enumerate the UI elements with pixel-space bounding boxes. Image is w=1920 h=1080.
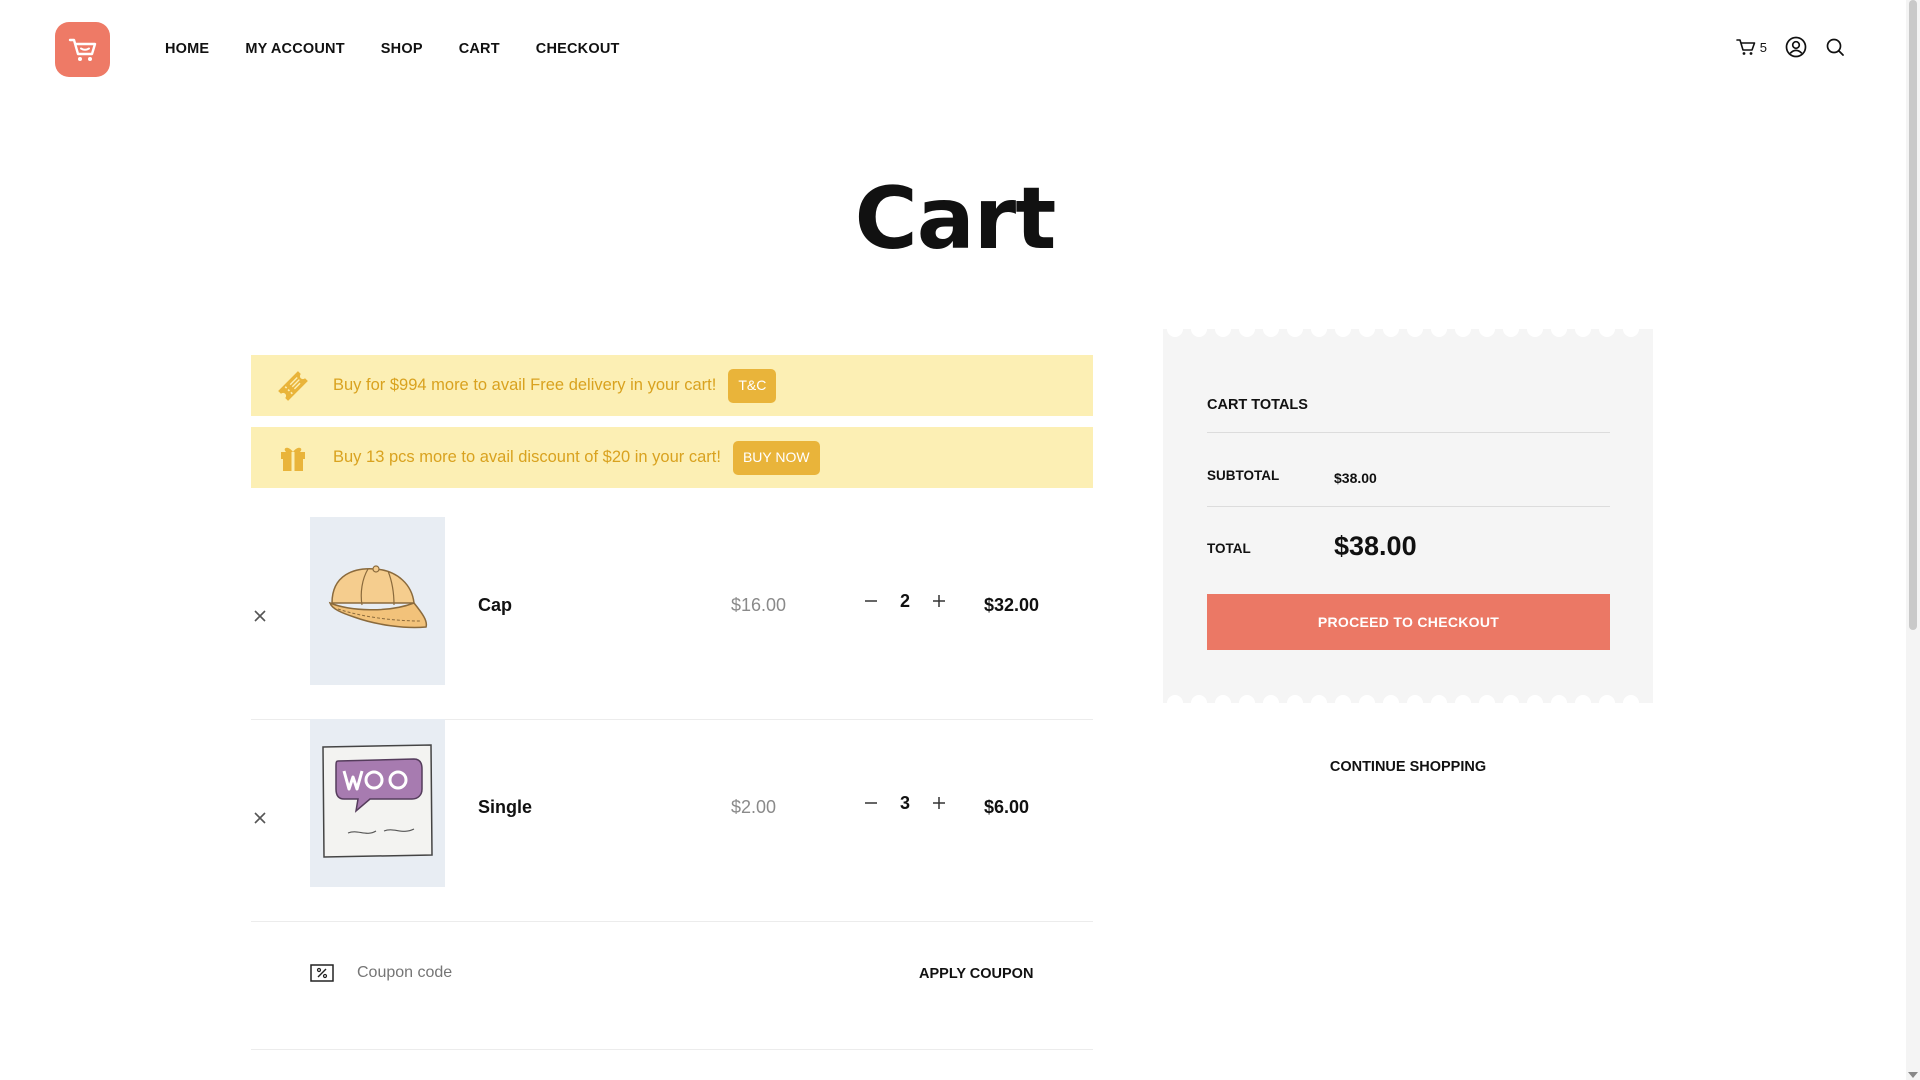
tc-button[interactable]: T&C xyxy=(728,368,777,403)
search-icon xyxy=(1826,38,1844,56)
header-icons: 5 xyxy=(1735,36,1845,58)
header-cart[interactable]: 5 xyxy=(1735,38,1767,56)
cart-totals-panel: CART TOTALS SUBTOTAL $38.00 TOTAL $38.00… xyxy=(1163,329,1653,703)
coupon-section: APPLY COUPON xyxy=(251,907,1093,1050)
woo-single-image xyxy=(322,744,433,858)
header-account[interactable] xyxy=(1785,36,1807,58)
nav-my-account[interactable]: MY ACCOUNT xyxy=(245,41,344,57)
quantity-input[interactable]: 2 xyxy=(883,591,927,612)
gift-icon xyxy=(281,447,305,471)
quantity-input[interactable]: 3 xyxy=(883,793,927,814)
product-subtotal: $6.00 xyxy=(984,797,1030,817)
product-thumbnail-single[interactable] xyxy=(310,719,445,887)
scallop-edge-bottom xyxy=(1163,689,1653,703)
scallop-edge-top xyxy=(1163,329,1653,343)
apply-coupon-button[interactable]: APPLY COUPON xyxy=(919,966,1033,982)
product-price: $2.00 xyxy=(731,797,777,817)
product-name[interactable]: Single xyxy=(478,797,532,818)
continue-shopping-link[interactable]: CONTINUE SHOPPING xyxy=(1163,759,1653,775)
total-value: $38.00 xyxy=(1334,531,1417,561)
proceed-to-checkout-button[interactable]: PROCEED TO CHECKOUT xyxy=(1207,594,1610,650)
remove-item-icon[interactable] xyxy=(251,607,269,625)
coupon-code-input[interactable] xyxy=(355,963,659,983)
account-icon xyxy=(1785,36,1807,58)
decrease-quantity-button[interactable] xyxy=(859,791,883,815)
cap-image xyxy=(328,565,428,629)
cart-totals-heading: CART TOTALS xyxy=(1207,397,1308,413)
divider xyxy=(1207,432,1610,433)
nav-checkout[interactable]: CHECKOUT xyxy=(536,41,620,57)
increase-quantity-button[interactable] xyxy=(927,791,951,815)
main-nav: HOME MY ACCOUNT SHOP CART CHECKOUT xyxy=(165,41,620,57)
quantity-stepper: 2 xyxy=(859,589,951,613)
cart-count-badge: 5 xyxy=(1759,39,1767,55)
subtotal-value: $38.00 xyxy=(1334,470,1377,486)
plus-icon xyxy=(933,595,945,607)
total-label: TOTAL xyxy=(1207,541,1251,556)
coupon-icon xyxy=(310,964,334,982)
scrollbar-thumb[interactable] xyxy=(1909,0,1917,630)
minus-icon xyxy=(865,802,877,804)
nav-shop[interactable]: SHOP xyxy=(381,41,423,57)
subtotal-label: SUBTOTAL xyxy=(1207,468,1280,483)
discount-notice: Buy 13 pcs more to avail discount of $20… xyxy=(251,427,1093,488)
free-delivery-notice: Buy for $994 more to avail Free delivery… xyxy=(251,355,1093,416)
product-thumbnail-cap[interactable] xyxy=(310,517,445,685)
product-name[interactable]: Cap xyxy=(478,595,512,616)
buy-now-button[interactable]: BUY NOW xyxy=(732,440,820,475)
nav-cart[interactable]: CART xyxy=(459,41,500,57)
plus-icon xyxy=(933,797,945,809)
decrease-quantity-button[interactable] xyxy=(859,589,883,613)
site-logo[interactable] xyxy=(55,22,110,77)
product-price: $16.00 xyxy=(731,595,787,615)
cart-row: Single $2.00 3 $6.00 xyxy=(251,719,1093,922)
notice-text: Buy 13 pcs more to avail discount of $20… xyxy=(333,448,721,466)
quantity-stepper: 3 xyxy=(859,791,951,815)
minus-icon xyxy=(865,600,877,602)
logo-cart-icon xyxy=(68,38,96,61)
divider xyxy=(1207,506,1610,507)
page-title: Cart xyxy=(854,169,1057,269)
header-search[interactable] xyxy=(1825,37,1845,57)
ticket-icon xyxy=(278,370,308,401)
scroll-down-arrow-icon[interactable] xyxy=(1908,1072,1918,1078)
nav-home[interactable]: HOME xyxy=(165,41,209,57)
increase-quantity-button[interactable] xyxy=(927,589,951,613)
page-scrollbar[interactable] xyxy=(1906,0,1920,1080)
cart-row: Cap $16.00 2 $32.00 xyxy=(251,517,1093,720)
product-subtotal: $32.00 xyxy=(984,595,1040,615)
cart-icon xyxy=(1735,39,1756,55)
notice-text: Buy for $994 more to avail Free delivery… xyxy=(333,376,717,394)
remove-item-icon[interactable] xyxy=(251,809,269,827)
